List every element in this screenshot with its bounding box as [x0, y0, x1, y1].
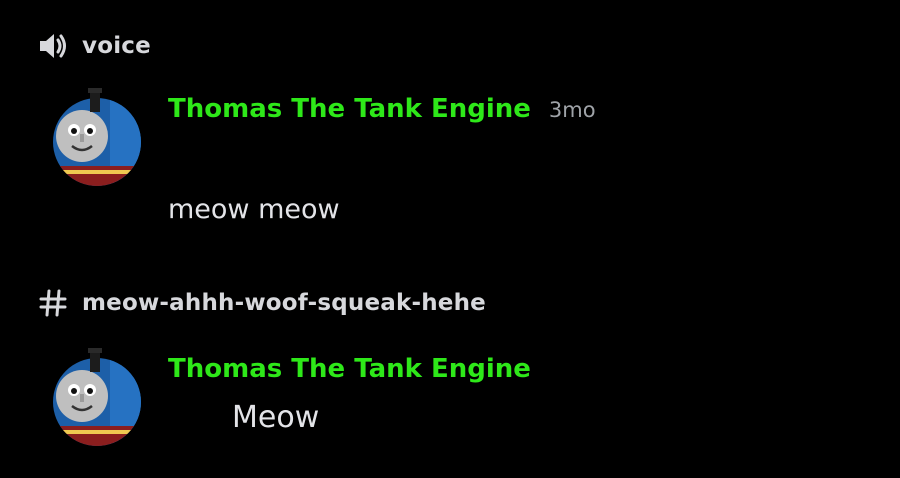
avatar[interactable] [52, 88, 142, 188]
message-text: Meow [232, 400, 320, 435]
username[interactable]: Thomas The Tank Engine [168, 354, 531, 384]
hash-icon [36, 286, 70, 320]
message-header: Thomas The Tank Engine [168, 354, 531, 384]
text-channel-header[interactable]: meow-ahhh-woof-squeak-hehe [36, 283, 486, 323]
text-channel-name: meow-ahhh-woof-squeak-hehe [82, 290, 486, 316]
avatar[interactable] [52, 348, 142, 448]
message-text: meow meow [168, 194, 340, 225]
username[interactable]: Thomas The Tank Engine [168, 94, 531, 124]
timestamp: 3mo [548, 98, 596, 122]
speaker-icon [36, 29, 70, 63]
message-header: Thomas The Tank Engine 3mo [168, 94, 596, 124]
voice-channel-header[interactable]: voice [36, 26, 151, 66]
voice-channel-name: voice [82, 33, 151, 59]
